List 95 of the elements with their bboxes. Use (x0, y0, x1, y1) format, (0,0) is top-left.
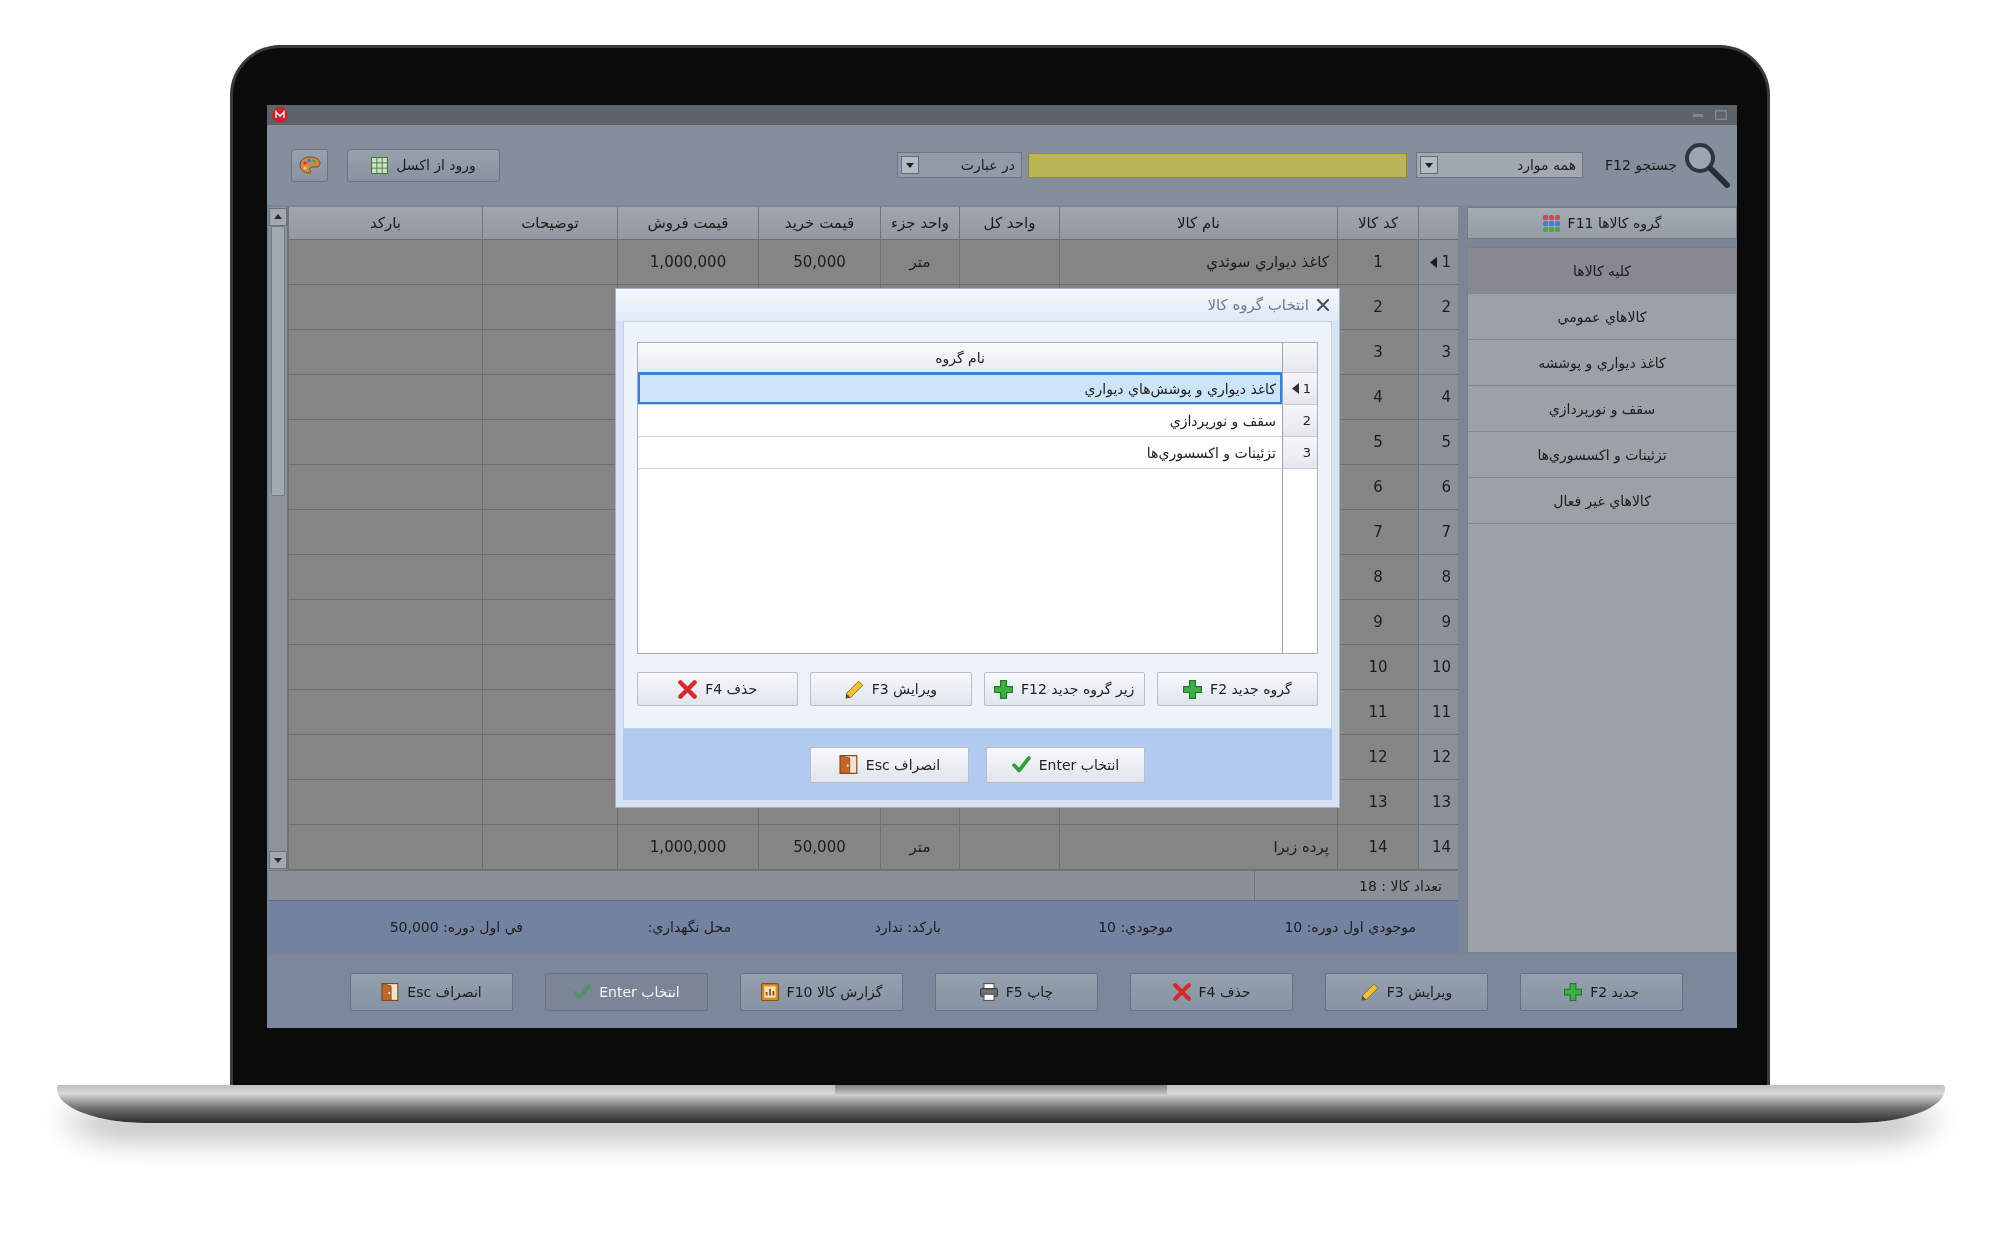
table-cell: متر (880, 240, 959, 285)
column-header[interactable]: قیمت فروش (617, 207, 758, 240)
check-icon (573, 982, 592, 1001)
row-selector[interactable]: 14 (1418, 825, 1458, 870)
x-mark-icon (678, 679, 698, 699)
theme-button[interactable] (291, 148, 328, 182)
column-header[interactable]: توضیحات (482, 207, 617, 240)
sidebar-item[interactable]: کاغذ ديواري و پوششه (1468, 340, 1736, 386)
status-text: محل نگهداري: (647, 919, 731, 935)
row-pointer-icon (1430, 256, 1438, 268)
action-button[interactable]: ویرایش F3 (1325, 972, 1488, 1011)
row-selector[interactable]: 11 (1418, 690, 1458, 735)
column-header[interactable]: بارکد (288, 207, 482, 240)
close-icon[interactable] (1317, 299, 1329, 311)
printer-icon (979, 982, 998, 1001)
plus-icon (1183, 679, 1203, 699)
import-button[interactable]: ورود از اکسل (347, 148, 500, 182)
status-text: بارکد: ندارد (874, 919, 941, 935)
pencil-icon (1360, 982, 1379, 1001)
palette-icon (298, 156, 321, 174)
action-button[interactable]: حذف F4 (1130, 972, 1293, 1011)
dialog-title: انتخاب گروه کالا (1207, 296, 1309, 314)
action-button[interactable]: گزارش کالا F10 (740, 972, 903, 1011)
row-selector[interactable]: 2 (1418, 285, 1458, 330)
row-selector[interactable]: 7 (1418, 510, 1458, 555)
row-selector[interactable]: 1 (1282, 373, 1317, 405)
row-selector[interactable]: 4 (1418, 375, 1458, 420)
status-text: موجودي: 10 (1098, 919, 1173, 935)
table-cell: 1 (1337, 240, 1418, 285)
row-selector[interactable]: 3 (1282, 437, 1317, 469)
column-header[interactable]: واحد جزء (880, 207, 959, 240)
dialog-button[interactable]: انصراف Esc (810, 746, 969, 783)
scrollbar-thumb[interactable] (271, 226, 285, 496)
group-button[interactable]: گروه کالاها F11 (1467, 207, 1737, 239)
row-selector[interactable]: 1 (1418, 240, 1458, 285)
action-button[interactable]: انصراف Esc (350, 972, 513, 1011)
dialog-button[interactable]: ویرایش F3 (810, 672, 972, 706)
row-selector[interactable]: 3 (1418, 330, 1458, 375)
group-list-item[interactable]: سقف و نورپردازي (638, 405, 1282, 437)
sidebar-item[interactable]: تزئینات و اکسسوري‌ها (1468, 432, 1736, 478)
status-text: في اول دوره: 50,000 (389, 919, 523, 935)
search-icon[interactable] (1684, 142, 1730, 188)
status-text: موجودي اول دوره: 10 (1284, 919, 1416, 935)
column-header[interactable]: نام کالا (1059, 207, 1337, 240)
dialog-button[interactable]: گروه جدید F2 (1156, 672, 1318, 706)
door-icon (838, 755, 858, 774)
maximize-icon[interactable] (1715, 110, 1727, 120)
group-list-item[interactable]: تزئینات و اکسسوري‌ها (638, 437, 1282, 469)
sidebar-item[interactable]: کلیه کالاها (1468, 248, 1736, 294)
minimize-icon[interactable] (1693, 113, 1703, 117)
item-count: تعداد کالا : 18 (1359, 877, 1442, 894)
sidebar-item[interactable]: کالاهاي غیر فعال (1468, 478, 1736, 524)
dot-grid-icon (1542, 214, 1560, 232)
row-selector[interactable]: 8 (1418, 555, 1458, 600)
header-corner (1418, 207, 1458, 240)
row-selector[interactable]: 2 (1282, 405, 1317, 437)
column-header[interactable]: قیمت خرید (758, 207, 880, 240)
table-cell: کاغذ ديواري سوئدي (1059, 240, 1337, 285)
dialog-button[interactable]: انتخاب Enter (986, 746, 1145, 783)
check-icon (1011, 755, 1031, 774)
app-logo-icon (272, 107, 288, 123)
dialog-button[interactable]: زیر گروه جدید F12 (983, 672, 1145, 706)
group-list-item[interactable]: کاغذ ديواري و پوشش‌هاي ديواري (638, 373, 1282, 405)
scope-dropdown[interactable]: همه موارد (1416, 152, 1584, 178)
plus-icon (993, 679, 1013, 699)
sidebar-item[interactable]: کالاهاي عمومي (1468, 294, 1736, 340)
book-icon (760, 982, 779, 1001)
row-selector[interactable]: 13 (1418, 780, 1458, 825)
x-mark-icon (1172, 982, 1191, 1001)
search-label: جستجو F12 (1605, 157, 1677, 173)
door-icon (381, 982, 400, 1001)
action-button[interactable]: چاپ F5 (935, 972, 1098, 1011)
row-selector[interactable]: 5 (1418, 420, 1458, 465)
match-dropdown[interactable]: در عبارت (897, 152, 1023, 178)
row-pointer-icon (1291, 383, 1299, 394)
column-header[interactable]: واحد کل (959, 207, 1059, 240)
row-selector[interactable]: 10 (1418, 645, 1458, 690)
column-header[interactable]: کد کالا (1337, 207, 1418, 240)
header-corner (1282, 343, 1317, 373)
caret-icon (1420, 156, 1439, 174)
action-button[interactable]: جدید F2 (1520, 972, 1683, 1011)
row-selector[interactable]: 12 (1418, 735, 1458, 780)
scrollbar[interactable] (269, 207, 288, 870)
caret-icon (901, 156, 920, 174)
pencil-icon (844, 679, 864, 699)
row-selector[interactable]: 9 (1418, 600, 1458, 645)
plus-icon (1564, 982, 1583, 1001)
column-header[interactable]: نام گروه (638, 343, 1282, 373)
spreadsheet-icon (371, 156, 389, 174)
row-selector[interactable]: 6 (1418, 465, 1458, 510)
sidebar-item[interactable]: سقف و نورپردازي (1468, 386, 1736, 432)
search-field[interactable] (1028, 152, 1408, 178)
table-cell: 1,000,000 (617, 240, 758, 285)
table-cell: 50,000 (758, 240, 880, 285)
dialog-button[interactable]: حذف F4 (637, 672, 799, 706)
